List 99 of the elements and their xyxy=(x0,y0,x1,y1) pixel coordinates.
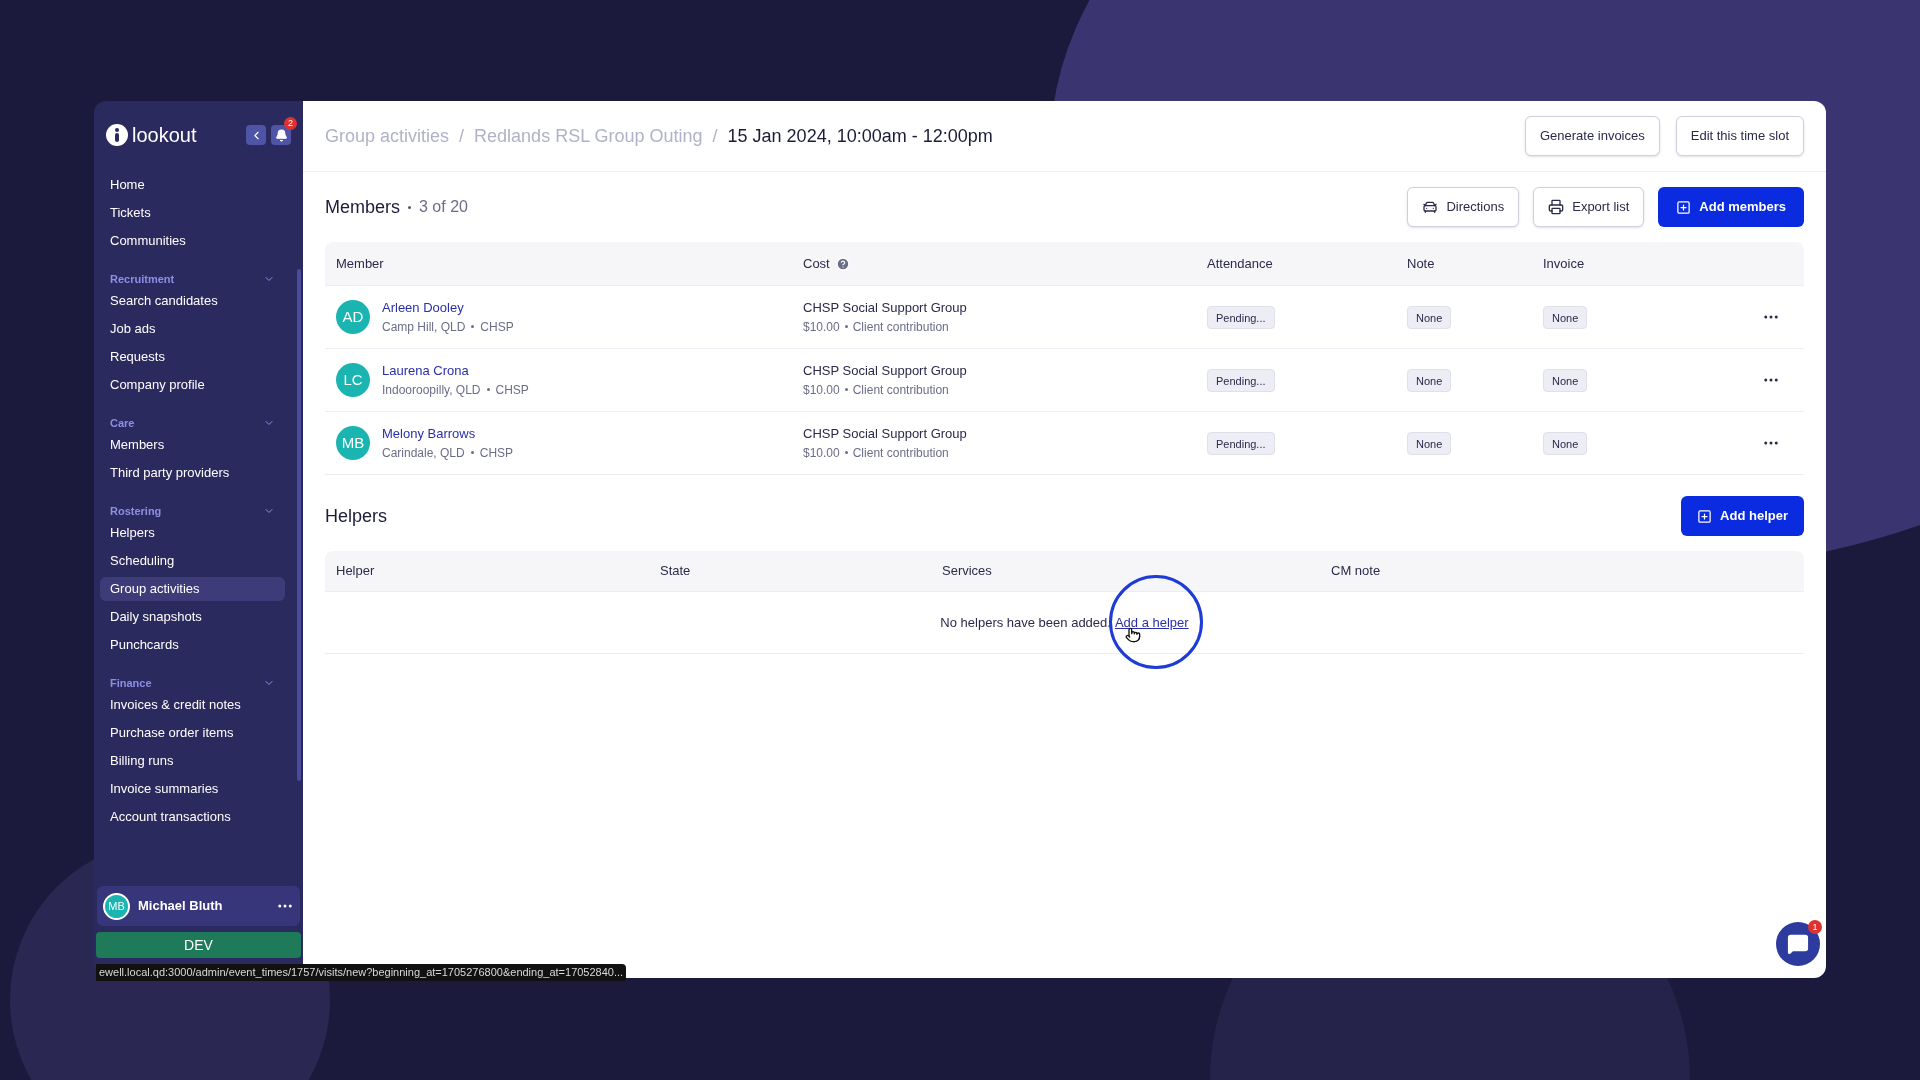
header-button[interactable]: Edit this time slot xyxy=(1675,116,1804,156)
member-location: Camp Hill, QLD xyxy=(382,318,466,336)
cost-amount: $10.00 xyxy=(803,381,840,399)
nav-item[interactable]: Invoices & credit notes xyxy=(100,693,285,717)
column-header: Cost xyxy=(803,254,830,273)
member-name[interactable]: Melony Barrows xyxy=(382,424,514,444)
nav-item[interactable]: Third party providers xyxy=(100,461,285,485)
directions-button[interactable]: Directions xyxy=(1407,187,1520,227)
column-header: Member xyxy=(336,254,384,273)
nav-item[interactable]: Punchcards xyxy=(100,633,285,657)
hand-cursor-icon xyxy=(1124,626,1141,643)
export-button[interactable]: Export list xyxy=(1533,187,1645,227)
logo-text: lookout xyxy=(132,123,197,148)
member-row[interactable]: MB Melony Barrows Carindale, QLD CHSP CHSP Social Support Group $10.00 Client contribution Pending... None None xyxy=(325,412,1804,475)
member-avatar: AD xyxy=(336,300,370,334)
plus-icon xyxy=(1676,199,1692,215)
section-title: Members xyxy=(325,195,400,219)
status-tag[interactable]: Pending... xyxy=(1207,306,1275,329)
column-header: State xyxy=(660,563,691,579)
status-tag[interactable]: None xyxy=(1407,432,1452,455)
member-count: 3 of 20 xyxy=(419,197,468,217)
cost-amount: $10.00 xyxy=(803,318,840,336)
notifications-button[interactable] xyxy=(271,125,291,145)
notification-badge: 2 xyxy=(284,117,297,130)
breadcrumb-separator: / xyxy=(459,124,465,148)
member-avatar: LC xyxy=(336,363,370,397)
status-tag[interactable]: None xyxy=(1543,369,1588,392)
column-header: Invoice xyxy=(1543,254,1585,273)
chat-badge: 1 xyxy=(1808,920,1822,934)
chat-icon xyxy=(1787,933,1809,955)
section-title: Helpers xyxy=(325,504,388,528)
scrollbar[interactable] xyxy=(297,269,301,781)
column-header: Note xyxy=(1407,254,1435,273)
member-location: Indooroopilly, QLD xyxy=(382,381,481,399)
member-location: Carindale, QLD xyxy=(382,444,465,462)
nav-item[interactable]: Group activities xyxy=(100,577,285,601)
nav-item[interactable]: Scheduling xyxy=(100,549,285,573)
member-program: CHSP xyxy=(480,318,514,336)
user-avatar: MB xyxy=(103,892,130,920)
nav-item[interactable]: Purchase order items xyxy=(100,721,285,745)
member-program: CHSP xyxy=(495,381,529,399)
service-name: CHSP Social Support Group xyxy=(803,299,968,318)
nav-item[interactable]: Search candidates xyxy=(100,289,285,313)
member-program: CHSP xyxy=(479,444,514,462)
status-url: ewell.local.qd:3000/admin/event_times/1757/visits/new?beginning_at=1705276800&ending_at=17052840... xyxy=(96,964,627,981)
status-tag[interactable]: None xyxy=(1543,306,1588,329)
member-row[interactable]: LC Laurena Crona Indooroopilly, QLD CHSP CHSP Social Support Group $10.00 Client contribution Pending... None None xyxy=(325,349,1804,412)
nav-item[interactable]: Helpers xyxy=(100,521,285,545)
section-heading: Recruitment xyxy=(110,271,175,287)
nav-item[interactable]: Billing runs xyxy=(100,749,285,773)
logo-icon xyxy=(106,124,128,146)
service-name: CHSP Social Support Group xyxy=(803,362,968,381)
cost-type: Client contribution xyxy=(852,444,949,462)
cost-amount: $10.00 xyxy=(803,444,840,462)
bell-icon xyxy=(274,128,288,142)
add-members-button[interactable]: Add members xyxy=(1658,187,1804,227)
nav-item[interactable]: Requests xyxy=(100,345,285,369)
column-header: Services xyxy=(942,563,992,579)
nav-item[interactable]: Communities xyxy=(100,229,285,253)
nav-item[interactable]: Members xyxy=(100,433,285,457)
section-heading: Finance xyxy=(110,675,152,691)
member-avatar: MB xyxy=(336,426,370,460)
add-helper-button[interactable]: Add helper xyxy=(1681,496,1804,536)
nav-item[interactable]: Tickets xyxy=(100,201,285,225)
status-tag[interactable]: None xyxy=(1407,369,1452,392)
status-tag[interactable]: None xyxy=(1543,432,1588,455)
column-header: Helper xyxy=(336,563,375,579)
header-button[interactable]: Generate invoices xyxy=(1524,116,1660,156)
nav-item[interactable]: Company profile xyxy=(100,373,285,397)
environment-banner: DEV xyxy=(96,932,301,958)
cost-type: Client contribution xyxy=(852,318,949,336)
add-helper-link[interactable]: Add a helper xyxy=(1114,614,1189,630)
user-card[interactable]: MB Michael Bluth xyxy=(97,886,300,926)
status-tag[interactable]: Pending... xyxy=(1207,432,1275,455)
section-heading: Care xyxy=(110,415,135,431)
car-icon xyxy=(1422,199,1439,215)
user-name: Michael Bluth xyxy=(138,897,223,916)
service-name: CHSP Social Support Group xyxy=(803,425,968,444)
member-row[interactable]: AD Arleen Dooley Camp Hill, QLD CHSP CHSP Social Support Group $10.00 Client contribution Pending... None None xyxy=(325,286,1804,349)
column-header: Attendance xyxy=(1207,254,1273,273)
breadcrumb-separator: / xyxy=(712,124,718,148)
nav-item[interactable]: Job ads xyxy=(100,317,285,341)
cost-type: Client contribution xyxy=(852,381,949,399)
printer-icon xyxy=(1548,199,1565,215)
section-heading: Rostering xyxy=(110,503,162,519)
chat-button[interactable]: 1 xyxy=(1776,922,1820,966)
status-tag[interactable]: None xyxy=(1407,306,1452,329)
member-name[interactable]: Arleen Dooley xyxy=(382,298,514,318)
help-icon xyxy=(835,256,850,271)
nav-item[interactable]: Daily snapshots xyxy=(100,605,285,629)
plus-icon xyxy=(1697,508,1713,524)
status-tag[interactable]: Pending... xyxy=(1207,369,1275,392)
nav-item[interactable]: Account transactions xyxy=(100,805,285,829)
member-name[interactable]: Laurena Crona xyxy=(382,361,529,381)
page-title: 15 Jan 2024, 10:00am - 12:00pm xyxy=(727,124,993,148)
column-header: CM note xyxy=(1331,563,1381,579)
nav-item[interactable]: Home xyxy=(100,173,285,197)
nav-item[interactable]: Invoice summaries xyxy=(100,777,285,801)
collapse-button[interactable] xyxy=(246,125,266,145)
